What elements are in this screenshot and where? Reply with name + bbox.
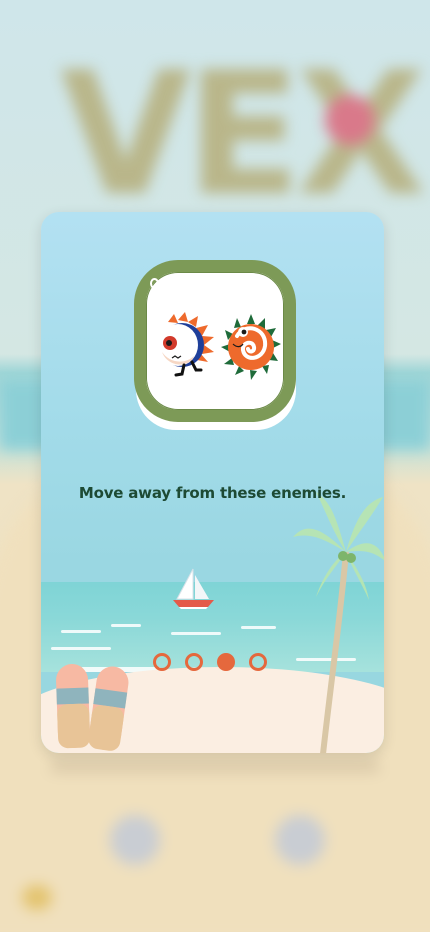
pager-dot-1[interactable]: [153, 653, 171, 671]
pager-dot-4[interactable]: [249, 653, 267, 671]
pager-dots[interactable]: [153, 653, 273, 671]
background-button-left: [110, 815, 160, 865]
palm-tree-icon: [293, 492, 384, 753]
wave: [111, 624, 141, 627]
background-bubble: [325, 95, 375, 145]
spiky-cyclops-enemy-icon: [158, 312, 214, 377]
background-bar: [50, 762, 380, 772]
wave: [241, 626, 276, 629]
wave: [61, 630, 101, 633]
background-button-right: [275, 815, 325, 865]
spiky-chameleon-enemy-icon: [221, 314, 281, 380]
tutorial-caption: Move away from these enemies.: [78, 484, 347, 502]
pager-dot-3[interactable]: [217, 653, 235, 671]
sailboat-icon: [173, 568, 214, 609]
frame-gloss: [150, 278, 159, 289]
wave: [51, 647, 111, 650]
pager-dot-2[interactable]: [185, 653, 203, 671]
wave: [171, 632, 221, 635]
tutorial-dialog[interactable]: Move away from these enemies.: [41, 212, 384, 753]
surfboards-icon: [56, 664, 129, 751]
background-coin-icon: [22, 885, 52, 910]
